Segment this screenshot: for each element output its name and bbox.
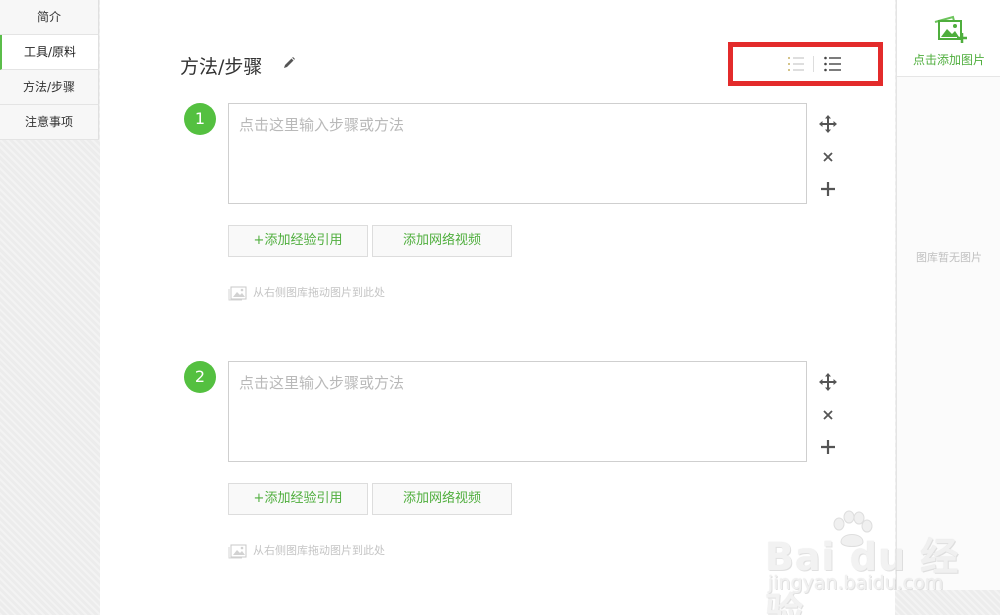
step-text-input[interactable]: 点击这里输入步骤或方法 (228, 361, 807, 462)
watermark-brand: Bai du 经验 (765, 535, 960, 615)
add-image-label: 点击添加图片 (912, 53, 985, 67)
nav-item-tools[interactable]: 工具/原料 (0, 35, 99, 70)
numbered-list-icon[interactable] (787, 54, 807, 74)
section-title: 方法/步骤 (180, 56, 263, 78)
delete-icon[interactable] (818, 405, 838, 425)
nav-item-notes[interactable]: 注意事项 (0, 105, 99, 140)
image-icon (228, 543, 248, 559)
add-reference-button[interactable]: +添加经验引用 (228, 225, 368, 257)
image-gallery: 点击添加图片 图库暂无图片 (896, 0, 1000, 590)
add-step-icon[interactable] (818, 179, 838, 199)
move-icon[interactable] (818, 372, 838, 392)
step-text-input[interactable]: 点击这里输入步骤或方法 (228, 103, 807, 204)
bullet-list-icon[interactable] (823, 54, 843, 74)
image-icon (228, 285, 248, 301)
view-separator (813, 56, 814, 72)
drag-image-hint: 从右侧图库拖动图片到此处 (228, 285, 385, 301)
pencil-icon[interactable] (282, 55, 296, 69)
add-image-icon (929, 13, 969, 47)
step-number: 2 (184, 361, 216, 393)
view-toggle-highlight (728, 42, 883, 86)
delete-icon[interactable] (818, 147, 838, 167)
add-reference-button[interactable]: +添加经验引用 (228, 483, 368, 515)
add-video-button[interactable]: 添加网络视频 (372, 483, 512, 515)
add-image-button[interactable]: 点击添加图片 (897, 0, 1000, 77)
move-icon[interactable] (818, 114, 838, 134)
step-number: 1 (184, 103, 216, 135)
drag-image-hint: 从右侧图库拖动图片到此处 (228, 543, 385, 559)
drag-hint-text: 从右侧图库拖动图片到此处 (253, 286, 385, 299)
drag-hint-text: 从右侧图库拖动图片到此处 (253, 544, 385, 557)
nav-item-intro[interactable]: 简介 (0, 0, 99, 35)
outline-nav: 简介 工具/原料 方法/步骤 注意事项 (0, 0, 99, 140)
baidu-watermark: Bai du 经验 jingyan.baidu.com (765, 510, 965, 615)
gallery-empty-text: 图库暂无图片 (916, 251, 982, 264)
add-video-button[interactable]: 添加网络视频 (372, 225, 512, 257)
watermark-url: jingyan.baidu.com (768, 572, 944, 594)
add-step-icon[interactable] (818, 437, 838, 457)
nav-item-steps[interactable]: 方法/步骤 (0, 70, 99, 105)
